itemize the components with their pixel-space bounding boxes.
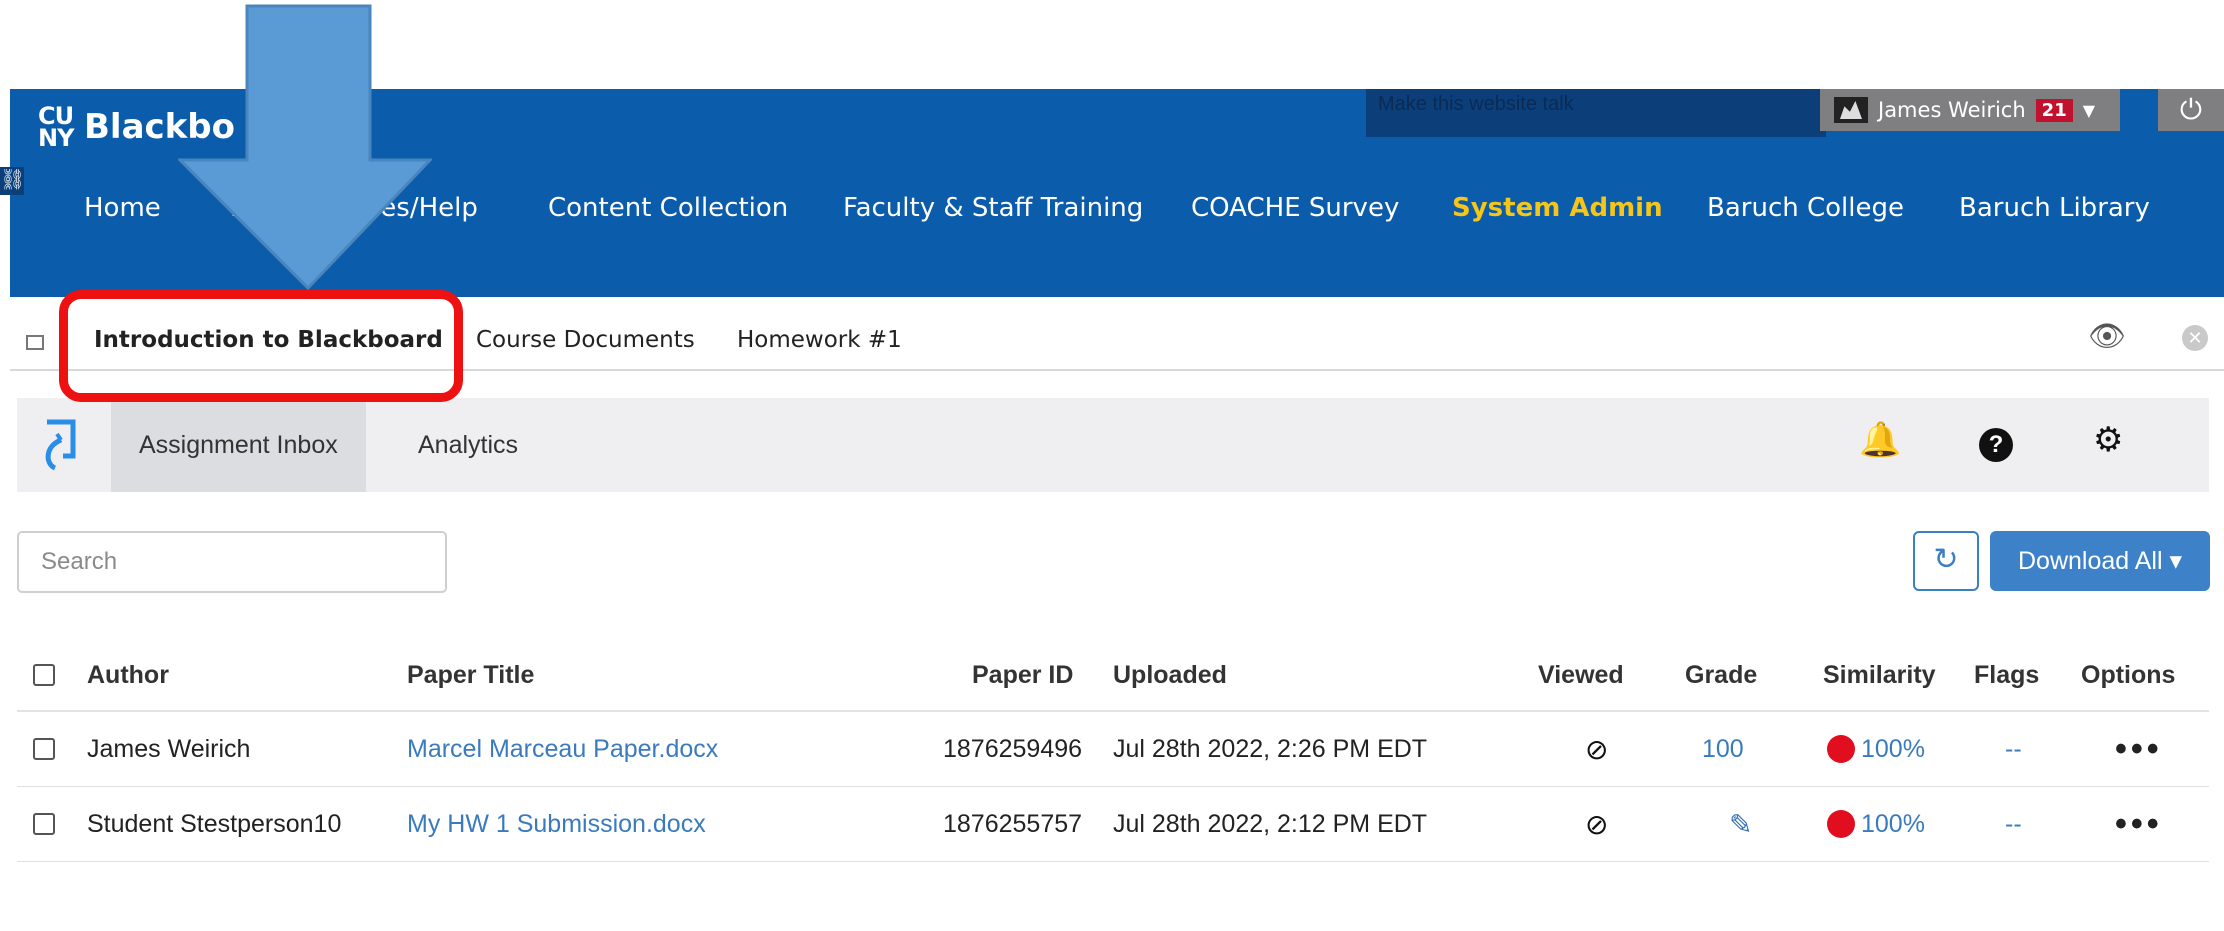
- download-all-button[interactable]: Download All ▾: [1990, 531, 2210, 591]
- link-icon[interactable]: ⛓: [0, 167, 25, 195]
- more-options-icon[interactable]: •••: [2115, 730, 2163, 769]
- nav-item-system-admin[interactable]: System Admin: [1452, 193, 1663, 223]
- user-avatar-icon: [1834, 97, 1868, 123]
- row-uploaded: Jul 28th 2022, 2:12 PM EDT: [1113, 809, 1428, 838]
- submissions-table: Author Paper Title Paper ID Uploaded Vie…: [17, 640, 2209, 862]
- search-input[interactable]: [17, 531, 447, 593]
- row-author: Student Stestperson10: [87, 809, 342, 838]
- col-paper-title[interactable]: Paper Title: [407, 640, 534, 710]
- breadcrumb-course-documents[interactable]: Course Documents: [476, 327, 695, 353]
- similarity-score[interactable]: 100%: [1827, 787, 1925, 861]
- col-options: Options: [2081, 660, 2176, 689]
- table-row: Student Stestperson10 My HW 1 Submission…: [17, 787, 2209, 862]
- similarity-dot-icon: [1827, 810, 1855, 838]
- pencil-icon[interactable]: ✎: [1729, 808, 1752, 841]
- user-menu[interactable]: James Weirich 21 ▼: [1820, 89, 2120, 131]
- power-icon[interactable]: ⏻: [2158, 89, 2224, 131]
- nav-item-content-collection[interactable]: Content Collection: [548, 193, 788, 223]
- row-uploaded: Jul 28th 2022, 2:26 PM EDT: [1113, 734, 1428, 763]
- refresh-icon: ↻: [1933, 543, 1959, 576]
- bell-icon[interactable]: 🔔: [1859, 420, 1901, 460]
- annotation-highlight-box: [59, 290, 463, 402]
- row-flags: --: [2005, 734, 2022, 763]
- notification-badge: 21: [2035, 98, 2073, 122]
- download-all-label: Download All: [2017, 547, 2163, 575]
- user-name: James Weirich: [1878, 98, 2026, 122]
- col-viewed[interactable]: Viewed: [1538, 640, 1624, 710]
- tab-assignment-inbox[interactable]: Assignment Inbox: [111, 398, 366, 492]
- eye-refresh-icon[interactable]: 👁: [2088, 319, 2126, 354]
- nav-item-faculty-training[interactable]: Faculty & Staff Training: [843, 193, 1143, 223]
- refresh-button[interactable]: ↻: [1913, 531, 1979, 591]
- more-options-icon[interactable]: •••: [2115, 805, 2163, 844]
- grade-link[interactable]: 100: [1702, 712, 1744, 786]
- make-website-talk-button[interactable]: Make this website talk: [1366, 89, 1826, 137]
- turnitin-toolbar: Assignment Inbox Analytics 🔔 ? ⚙: [17, 398, 2209, 492]
- tab-analytics[interactable]: Analytics: [390, 398, 546, 492]
- table-header-row: Author Paper Title Paper ID Uploaded Vie…: [17, 640, 2209, 712]
- paper-title-link[interactable]: Marcel Marceau Paper.docx: [407, 712, 718, 786]
- nav-item-coache-survey[interactable]: COACHE Survey: [1191, 193, 1399, 223]
- similarity-value: 100%: [1861, 809, 1925, 838]
- row-flags: --: [2005, 809, 2022, 838]
- nav-item-baruch-college[interactable]: Baruch College: [1707, 193, 1904, 223]
- col-uploaded[interactable]: Uploaded: [1113, 640, 1227, 710]
- col-similarity[interactable]: Similarity: [1823, 640, 1936, 710]
- breadcrumb-homework[interactable]: Homework #1: [737, 327, 902, 353]
- eye-slash-icon: ⊘: [1585, 733, 1609, 765]
- row-author: James Weirich: [87, 734, 251, 763]
- similarity-dot-icon: [1827, 735, 1855, 763]
- row-paper-id: 1876255757: [943, 809, 1083, 838]
- row-checkbox[interactable]: [33, 813, 55, 835]
- cuny-logo-mark: CU NY: [38, 102, 74, 152]
- window-icon[interactable]: [26, 335, 44, 350]
- close-icon[interactable]: ✕: [2182, 325, 2208, 351]
- eye-slash-icon: ⊘: [1585, 808, 1609, 840]
- col-author[interactable]: Author: [87, 640, 169, 710]
- col-grade[interactable]: Grade: [1685, 640, 1757, 710]
- help-icon[interactable]: ?: [1979, 428, 2013, 462]
- similarity-score[interactable]: 100%: [1827, 712, 1925, 786]
- paper-title-link[interactable]: My HW 1 Submission.docx: [407, 787, 706, 861]
- col-paper-id[interactable]: Paper ID: [972, 640, 1073, 710]
- similarity-value: 100%: [1861, 734, 1925, 763]
- nav-item-home[interactable]: Home: [84, 193, 161, 223]
- select-all-checkbox[interactable]: [33, 664, 55, 686]
- row-checkbox[interactable]: [33, 738, 55, 760]
- annotation-arrow: [178, 4, 432, 290]
- row-paper-id: 1876259496: [943, 734, 1083, 763]
- col-flags[interactable]: Flags: [1974, 640, 2039, 710]
- table-row: James Weirich Marcel Marceau Paper.docx …: [17, 712, 2209, 787]
- nav-item-baruch-library[interactable]: Baruch Library: [1959, 193, 2150, 223]
- chevron-down-icon: ▼: [2082, 100, 2096, 120]
- turnitin-logo-icon: [45, 419, 76, 471]
- gear-icon[interactable]: ⚙: [2093, 420, 2123, 460]
